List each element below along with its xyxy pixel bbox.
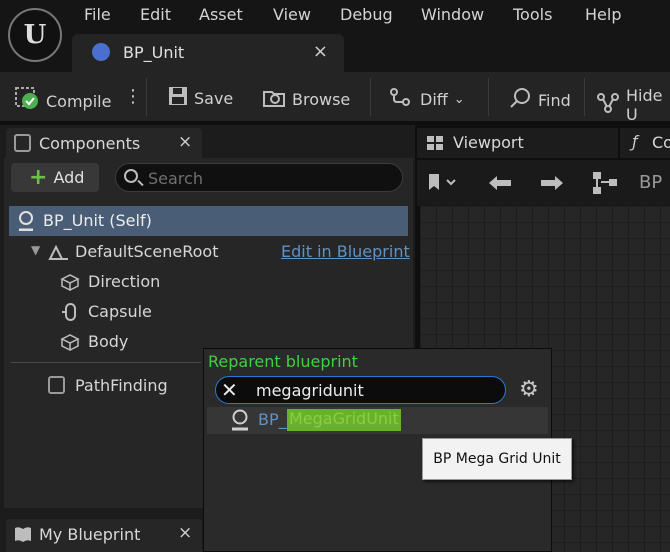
find-button[interactable]: Find (508, 86, 571, 114)
find-label: Find (538, 90, 571, 110)
menu-asset[interactable]: Asset (199, 5, 243, 24)
document-tab-label: BP_Unit (123, 43, 185, 62)
components-search-box[interactable] (115, 163, 403, 192)
compile-label: Compile (46, 91, 112, 111)
construction-script-tab-label: Co (652, 133, 670, 152)
arrow-component-icon (60, 273, 80, 295)
menu-file[interactable]: File (84, 5, 111, 24)
components-tab-label: Components (39, 134, 141, 153)
edit-in-blueprint-link[interactable]: Edit in Blueprint (281, 242, 410, 261)
components-search-input[interactable] (148, 167, 388, 189)
tree-item-self[interactable]: BP_Unit (Self) (9, 206, 408, 236)
document-tab-bp-unit[interactable]: BP_Unit × (72, 34, 344, 72)
toolbar-separator (488, 78, 489, 116)
collapse-arrow-icon[interactable]: ▼ (31, 243, 40, 257)
tree-item-label: BP_Unit (Self) (43, 211, 152, 230)
find-icon (508, 86, 532, 114)
actor-icon (230, 409, 250, 435)
add-component-button[interactable]: + Add (11, 163, 99, 192)
toolbar-separator (146, 78, 147, 116)
add-label: Add (53, 168, 85, 187)
actor-component-icon (48, 376, 65, 394)
diff-label: Diff (420, 89, 448, 109)
menu-tools[interactable]: Tools (513, 5, 552, 24)
compile-status-icon (14, 86, 40, 116)
close-icon[interactable]: × (178, 523, 192, 543)
diff-button[interactable]: Diff ⌄ (388, 86, 465, 112)
hide-unrelated-label: Hide U (626, 86, 663, 124)
viewport-icon (426, 135, 444, 155)
search-icon (124, 169, 138, 183)
diff-icon (388, 86, 414, 112)
unreal-logo-icon[interactable]: U (8, 8, 62, 62)
menu-debug[interactable]: Debug (340, 5, 393, 24)
reparent-search-input[interactable] (256, 379, 496, 401)
tree-item-path-finding[interactable]: PathFinding (75, 376, 168, 395)
my-blueprint-tab[interactable]: My Blueprint × (6, 519, 202, 552)
actor-icon (17, 211, 35, 235)
result-tooltip: BP Mega Grid Unit (422, 438, 572, 480)
toolbar-separator (584, 78, 585, 116)
close-icon[interactable]: × (178, 132, 192, 152)
compile-button[interactable]: Compile (14, 86, 111, 116)
tree-item-body[interactable]: Body (88, 332, 128, 351)
browse-button[interactable]: Browse (262, 86, 350, 112)
mesh-component-icon (60, 333, 80, 355)
viewport-toolbar: BP (417, 160, 670, 206)
browse-label: Browse (292, 89, 351, 109)
tree-item-capsule[interactable]: Capsule (88, 302, 152, 321)
components-tab[interactable]: Components × (6, 128, 202, 158)
compile-options-icon[interactable]: ⋮ (124, 86, 142, 107)
construction-script-tab[interactable]: ƒ Co (620, 128, 670, 158)
toolbar: Compile ⋮ Save Browse Diff ⌄ Find Hide U (0, 72, 670, 124)
viewport-tab[interactable]: Viewport (417, 128, 618, 158)
hide-unrelated-icon (596, 92, 620, 118)
tree-divider (11, 362, 201, 363)
book-icon (13, 525, 33, 547)
toolbar-separator (370, 78, 371, 116)
clear-icon[interactable]: ✕ (221, 378, 238, 402)
hide-unrelated-button[interactable]: Hide U (596, 86, 670, 124)
gear-icon[interactable]: ⚙ (519, 377, 539, 402)
capsule-component-icon (61, 302, 79, 326)
plus-icon: + (29, 164, 48, 190)
graph-breadcrumb[interactable]: BP (639, 172, 662, 193)
close-icon[interactable]: × (313, 41, 328, 62)
forward-arrow-icon[interactable] (537, 174, 565, 196)
menu-window[interactable]: Window (421, 5, 484, 24)
reparent-search-box[interactable]: ✕ (215, 376, 506, 404)
browse-icon (262, 86, 286, 112)
menu-view[interactable]: View (273, 5, 311, 24)
viewport-tab-label: Viewport (453, 133, 524, 152)
bookmark-icon[interactable] (427, 172, 459, 198)
chevron-down-icon: ⌄ (453, 91, 465, 107)
function-icon: ƒ (632, 132, 638, 151)
result-match-highlight: MegaGridUnit (287, 409, 401, 431)
menu-help[interactable]: Help (585, 5, 621, 24)
menu-edit[interactable]: Edit (140, 5, 171, 24)
tree-item-direction[interactable]: Direction (88, 272, 160, 291)
my-blueprint-tab-label: My Blueprint (39, 525, 141, 544)
scene-root-icon (48, 243, 70, 265)
components-icon (14, 134, 31, 152)
back-arrow-icon[interactable] (487, 174, 515, 196)
save-label: Save (194, 88, 234, 108)
menu-bar: File Edit Asset View Debug Window Tools … (0, 0, 670, 30)
save-icon (168, 86, 188, 110)
tree-item-default-scene-root[interactable]: DefaultSceneRoot (75, 242, 219, 261)
save-button[interactable]: Save (168, 86, 233, 110)
hierarchy-icon[interactable] (591, 170, 619, 200)
reparent-title: Reparent blueprint (208, 352, 358, 371)
blueprint-asset-icon (92, 43, 110, 61)
reparent-result-item[interactable]: BP_ MegaGridUnit (207, 407, 548, 434)
result-prefix: BP_ (258, 410, 287, 429)
